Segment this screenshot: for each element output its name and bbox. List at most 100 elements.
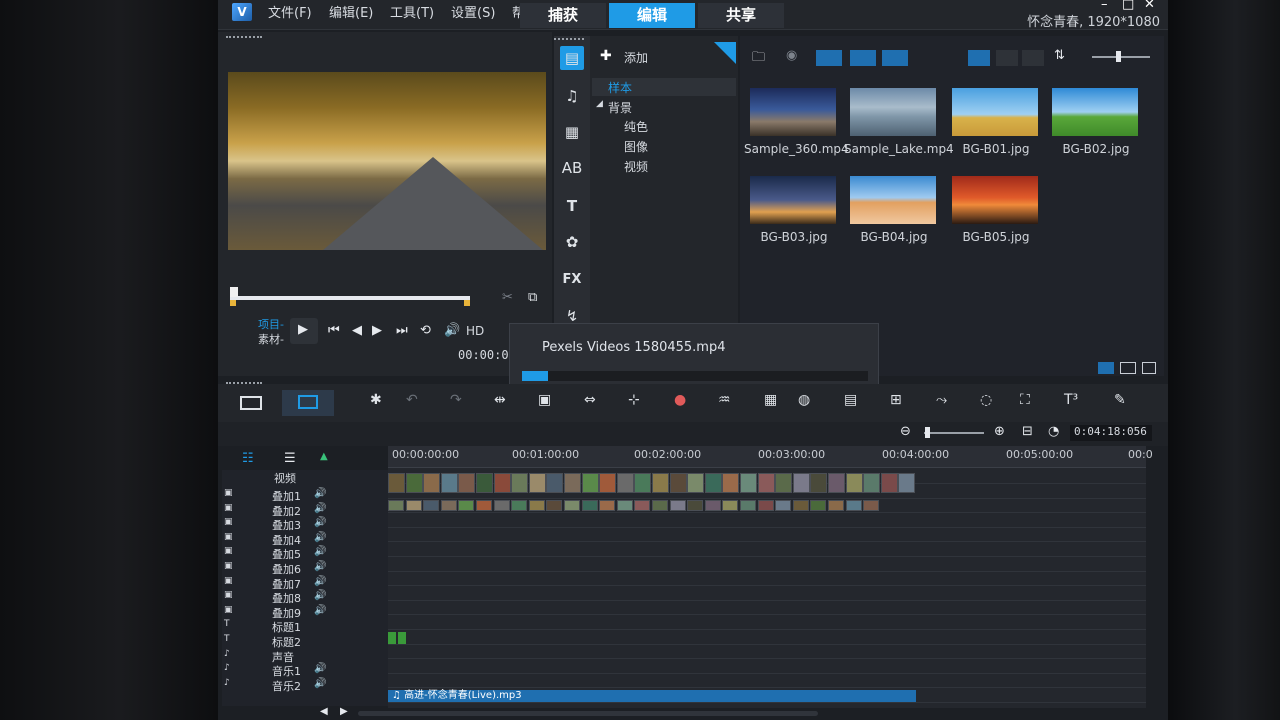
overlay-clip[interactable] bbox=[828, 500, 844, 511]
filter-image-icon[interactable] bbox=[850, 50, 876, 66]
scrub-bar[interactable] bbox=[230, 296, 470, 300]
overlay-clip[interactable] bbox=[757, 500, 774, 511]
video-clip[interactable] bbox=[687, 473, 705, 493]
video-clip[interactable] bbox=[722, 473, 740, 493]
sidebar-grip[interactable] bbox=[554, 38, 584, 40]
storyboard-view-icon[interactable] bbox=[240, 396, 262, 410]
tab-share[interactable]: 共享 bbox=[698, 3, 784, 28]
project-mode[interactable]: 项目- bbox=[258, 316, 284, 332]
scene-icon[interactable]: ▦ bbox=[560, 120, 584, 144]
video-clip[interactable] bbox=[511, 473, 529, 493]
video-clip[interactable] bbox=[740, 473, 757, 493]
overlay-clip[interactable] bbox=[564, 500, 580, 511]
sort-icon[interactable]: ⇅ bbox=[1054, 48, 1065, 63]
clip-mode[interactable]: 素材- bbox=[258, 331, 284, 347]
track-volume-icon[interactable]: 🔊 bbox=[314, 663, 326, 674]
track-row[interactable] bbox=[388, 587, 1146, 601]
video-clip[interactable] bbox=[669, 473, 687, 493]
repeat-icon[interactable]: ⟲ bbox=[420, 323, 431, 338]
track-volume-icon[interactable]: 🔊 bbox=[314, 576, 326, 587]
overlay-clip[interactable] bbox=[476, 500, 492, 511]
hd-toggle[interactable]: HD bbox=[466, 324, 484, 338]
home-icon[interactable]: ⏮ bbox=[328, 323, 340, 338]
menu-file[interactable]: 文件(F) bbox=[268, 2, 312, 21]
filter-audio-icon[interactable] bbox=[882, 50, 908, 66]
tools-icon[interactable]: ✱ bbox=[370, 392, 382, 408]
enlarge-icon[interactable]: ⧉ bbox=[528, 290, 537, 305]
library-layout-icon[interactable] bbox=[1120, 362, 1136, 374]
overlay-clip[interactable] bbox=[845, 500, 862, 511]
overlay-clip[interactable] bbox=[423, 500, 440, 511]
add-track-icon[interactable]: ☰ bbox=[284, 451, 296, 466]
split-screen-icon[interactable]: ⊞ bbox=[890, 392, 902, 408]
track-row[interactable] bbox=[388, 616, 1146, 630]
view-list-icon[interactable] bbox=[996, 50, 1018, 66]
track-row[interactable] bbox=[388, 674, 1146, 689]
track-volume-icon[interactable]: 🔊 bbox=[314, 561, 326, 572]
overlay-clip[interactable] bbox=[634, 500, 651, 511]
track-volume-icon[interactable]: 🔊 bbox=[314, 590, 326, 601]
track-volume-icon[interactable]: 🔊 bbox=[314, 488, 326, 499]
render-icon[interactable]: ✎ bbox=[1114, 392, 1126, 408]
overlay-clip[interactable] bbox=[810, 500, 827, 511]
track-volume-icon[interactable]: 🔊 bbox=[314, 605, 326, 616]
overlay-clip[interactable] bbox=[863, 500, 880, 511]
mark-out[interactable] bbox=[464, 300, 470, 306]
video-clip[interactable] bbox=[458, 473, 476, 493]
video-clip[interactable] bbox=[599, 473, 617, 493]
zoom-handle[interactable] bbox=[925, 427, 930, 438]
overlay-clip[interactable] bbox=[440, 500, 457, 511]
player-timecode[interactable]: 00:00:00 bbox=[458, 348, 516, 362]
overlay-clip[interactable] bbox=[493, 500, 510, 511]
zoom-out-icon[interactable]: ⊖ bbox=[900, 424, 911, 439]
video-clip[interactable] bbox=[704, 473, 722, 493]
video-clip[interactable] bbox=[652, 473, 669, 493]
track-manager-icon[interactable]: ☷ bbox=[242, 451, 254, 466]
undo-icon[interactable]: ↶ bbox=[406, 392, 418, 408]
library-item[interactable]: BG-B04.jpg bbox=[844, 172, 944, 260]
video-clip[interactable] bbox=[634, 473, 652, 493]
track-row[interactable] bbox=[388, 631, 1146, 645]
audio-wave-icon[interactable]: ♒ bbox=[718, 392, 731, 408]
video-clip[interactable] bbox=[528, 473, 546, 493]
track-volume-icon[interactable]: 🔊 bbox=[314, 532, 326, 543]
add-button[interactable]: 添加 bbox=[624, 49, 648, 66]
video-clip[interactable] bbox=[405, 473, 423, 493]
color-icon[interactable]: ● bbox=[674, 392, 686, 408]
pin-icon[interactable] bbox=[714, 42, 736, 64]
title-3d-icon[interactable]: T³ bbox=[1064, 392, 1078, 408]
library-item[interactable]: BG-B03.jpg bbox=[744, 172, 844, 260]
overlay-clip[interactable] bbox=[458, 500, 475, 511]
tree-item-sample[interactable]: 样本 bbox=[608, 79, 632, 96]
tree-expand-icon[interactable]: ◢ bbox=[596, 99, 603, 109]
tree-item-image[interactable]: 图像 bbox=[624, 138, 648, 155]
overlay-clip[interactable] bbox=[546, 500, 563, 511]
library-edit-icon[interactable] bbox=[1142, 362, 1156, 374]
zoom-in-icon[interactable]: ⊕ bbox=[994, 424, 1005, 439]
subtitle-icon[interactable]: ▤ bbox=[844, 392, 857, 408]
video-clip[interactable] bbox=[792, 473, 810, 493]
tree-item-solid[interactable]: 纯色 bbox=[624, 118, 648, 135]
volume-icon[interactable]: 🔊 bbox=[444, 323, 460, 338]
media-icon[interactable]: ▤ bbox=[560, 46, 584, 70]
overlay-clip[interactable] bbox=[599, 500, 616, 511]
overlay-clip[interactable] bbox=[704, 500, 721, 511]
track-volume-icon[interactable]: 🔊 bbox=[314, 546, 326, 557]
view-grid-icon[interactable] bbox=[1022, 50, 1044, 66]
scrub-handle[interactable] bbox=[230, 287, 238, 297]
record-screen-icon[interactable]: ▣ bbox=[538, 392, 551, 408]
track-row[interactable] bbox=[388, 645, 1146, 660]
text-icon[interactable]: T bbox=[560, 194, 584, 218]
view-thumb-icon[interactable] bbox=[968, 50, 990, 66]
multicam-icon[interactable]: ▦ bbox=[764, 392, 777, 408]
overlay-clip[interactable] bbox=[581, 500, 598, 511]
music-icon[interactable]: ♫ bbox=[560, 84, 584, 108]
zoom-slider[interactable] bbox=[924, 432, 984, 434]
video-clip[interactable] bbox=[388, 473, 405, 493]
track-row[interactable] bbox=[388, 558, 1146, 572]
fit-icon[interactable]: ⇹ bbox=[494, 392, 506, 408]
menu-tools[interactable]: 工具(T) bbox=[390, 2, 434, 21]
title-clip[interactable] bbox=[388, 632, 396, 644]
menu-edit[interactable]: 编辑(E) bbox=[329, 2, 373, 21]
video-clip[interactable] bbox=[423, 473, 441, 493]
